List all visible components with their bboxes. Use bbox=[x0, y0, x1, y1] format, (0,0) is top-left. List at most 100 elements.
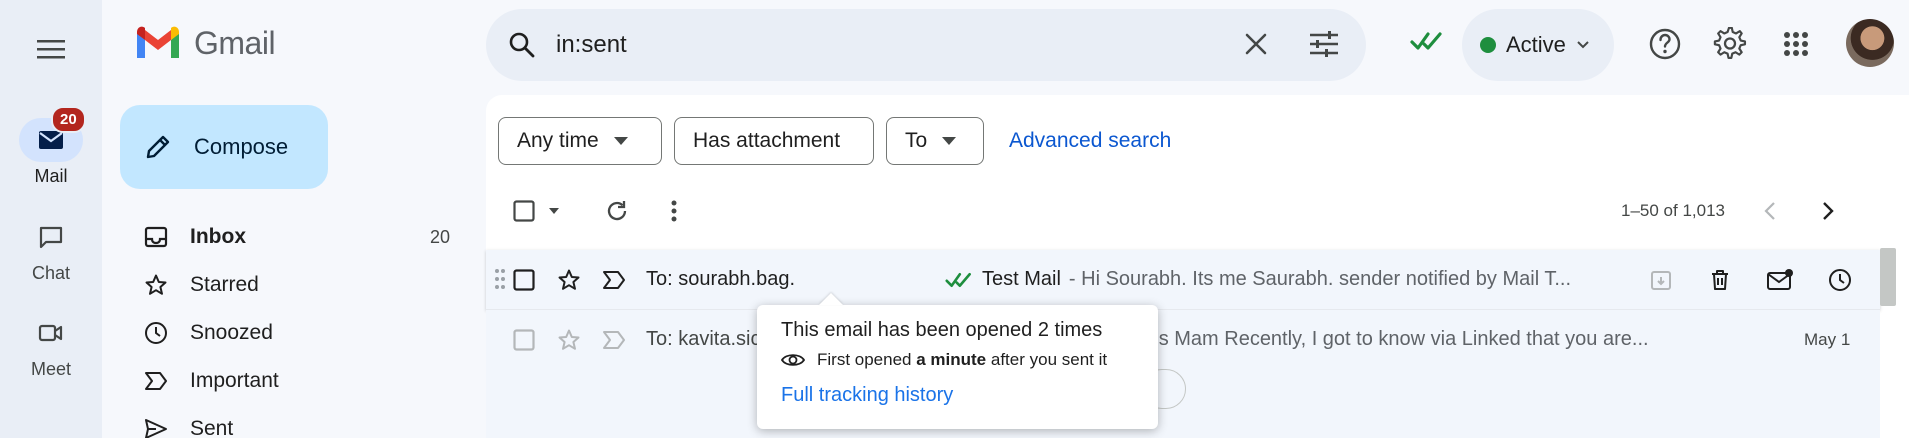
gear-icon bbox=[1713, 27, 1747, 59]
full-tracking-history-link[interactable]: Full tracking history bbox=[781, 384, 1134, 407]
star-icon bbox=[145, 274, 167, 295]
filter-has-attachment[interactable]: Has attachment bbox=[674, 117, 874, 165]
help-button[interactable] bbox=[1645, 24, 1685, 64]
more-options-button[interactable] bbox=[671, 199, 677, 223]
nav-item-sent[interactable]: Sent bbox=[120, 409, 460, 438]
mark-unread-icon[interactable] bbox=[1766, 268, 1794, 292]
eye-icon bbox=[781, 354, 805, 366]
pencil-icon bbox=[146, 135, 170, 159]
nav-label-inbox: Inbox bbox=[190, 225, 246, 248]
filter-to[interactable]: To bbox=[886, 117, 984, 165]
tooltip-line-prefix: First opened bbox=[817, 350, 912, 369]
refresh-icon bbox=[607, 201, 627, 221]
email-recipient: To: kavita.sic bbox=[646, 328, 761, 350]
row-checkbox-icon[interactable] bbox=[513, 269, 535, 291]
dropdown-arrow-icon bbox=[942, 137, 957, 145]
tooltip-first-opened: First opened a minute after you sent it bbox=[781, 350, 1134, 370]
rail-label-meet: Meet bbox=[30, 359, 72, 379]
important-icon bbox=[145, 372, 167, 390]
settings-button[interactable] bbox=[1710, 24, 1750, 64]
nav-item-snoozed[interactable]: Snoozed bbox=[120, 313, 460, 353]
email-row[interactable]: To: kavita.sic ings Mam Recently, I got … bbox=[486, 310, 1880, 438]
chevron-down-icon bbox=[1577, 41, 1589, 49]
nav-label-sent: Sent bbox=[190, 417, 234, 438]
nav-label-starred: Starred bbox=[190, 273, 259, 296]
mail-list-panel: Any time Has attachment To Advanced sear… bbox=[486, 95, 1909, 438]
dropdown-arrow-icon bbox=[613, 137, 628, 145]
important-icon[interactable] bbox=[602, 330, 626, 350]
tooltip-line-bold: a minute bbox=[916, 350, 987, 369]
left-rail: 20 Mail Chat Meet bbox=[0, 0, 102, 438]
advanced-search-link[interactable]: Advanced search bbox=[1009, 129, 1171, 153]
drag-handle-icon[interactable] bbox=[494, 268, 506, 290]
meet-icon bbox=[38, 324, 63, 342]
main-menu-button[interactable] bbox=[29, 27, 73, 71]
email-date: May 1 bbox=[1804, 330, 1851, 349]
rail-item-meet[interactable]: Meet bbox=[0, 311, 102, 380]
nav-label-important: Important bbox=[190, 369, 279, 392]
chevron-left-icon bbox=[1764, 202, 1775, 220]
nav-item-starred[interactable]: Starred bbox=[120, 265, 460, 305]
filter-any-time-label: Any time bbox=[517, 129, 599, 152]
search-options-icon[interactable] bbox=[1308, 29, 1340, 59]
search-icon[interactable] bbox=[508, 31, 536, 59]
email-subject-line: Test Mail - Hi Sourabh. Its me Saurabh. … bbox=[944, 268, 1594, 291]
hamburger-icon bbox=[37, 40, 65, 59]
status-label: Active bbox=[1506, 32, 1566, 57]
gmail-logo[interactable]: Gmail bbox=[134, 24, 276, 62]
next-page-button[interactable] bbox=[1822, 199, 1834, 223]
select-menu-button[interactable] bbox=[548, 199, 560, 223]
select-all-checkbox[interactable] bbox=[513, 199, 535, 223]
apps-grid-icon bbox=[1784, 32, 1808, 56]
apps-button[interactable] bbox=[1776, 24, 1816, 64]
row-checkbox-icon[interactable] bbox=[513, 329, 535, 351]
nav-label-snoozed: Snoozed bbox=[190, 321, 273, 344]
chat-icon bbox=[39, 226, 63, 249]
star-icon[interactable] bbox=[556, 328, 582, 352]
nav-item-important[interactable]: Important bbox=[120, 361, 460, 401]
compose-label: Compose bbox=[194, 134, 289, 159]
rail-label-mail: Mail bbox=[34, 166, 68, 186]
dropdown-arrow-icon bbox=[549, 208, 559, 214]
refresh-button[interactable] bbox=[605, 199, 629, 223]
clear-search-icon[interactable] bbox=[1241, 29, 1271, 59]
compose-button[interactable]: Compose bbox=[120, 105, 328, 189]
send-icon bbox=[145, 419, 167, 438]
account-avatar[interactable] bbox=[1846, 19, 1894, 67]
gmail-logo-icon bbox=[137, 26, 179, 58]
nav-item-inbox[interactable]: Inbox 20 bbox=[120, 217, 460, 257]
checkbox-icon bbox=[513, 200, 535, 222]
filter-any-time[interactable]: Any time bbox=[498, 117, 662, 165]
mail-icon bbox=[39, 131, 63, 149]
email-snippet: - Hi Sourabh. Its me Saurabh. sender not… bbox=[1068, 268, 1572, 290]
status-dot bbox=[1480, 37, 1496, 53]
delete-icon[interactable] bbox=[1708, 268, 1732, 292]
archive-icon[interactable] bbox=[1649, 268, 1673, 292]
email-subject: Test Mail bbox=[982, 268, 1061, 290]
snooze-icon[interactable] bbox=[1828, 268, 1852, 292]
inbox-icon bbox=[144, 226, 168, 248]
mail-tracker-icon[interactable] bbox=[944, 271, 974, 289]
status-selector[interactable]: Active bbox=[1462, 9, 1614, 81]
page-range: 1–50 of 1,013 bbox=[1621, 201, 1725, 220]
chevron-right-icon bbox=[1823, 202, 1834, 220]
star-icon[interactable] bbox=[556, 268, 582, 292]
search-input[interactable] bbox=[556, 31, 1236, 59]
help-icon bbox=[1649, 28, 1681, 60]
email-recipient: To: sourabh.bag. bbox=[646, 268, 795, 290]
filter-to-label: To bbox=[905, 129, 928, 152]
inbox-count: 20 bbox=[429, 226, 450, 247]
tooltip-line-suffix: after you sent it bbox=[990, 350, 1108, 369]
mail-unread-badge: 20 bbox=[51, 106, 86, 133]
rail-item-mail[interactable]: 20 Mail bbox=[0, 106, 102, 187]
scrollbar-thumb[interactable] bbox=[1880, 248, 1896, 306]
important-icon[interactable] bbox=[602, 270, 626, 290]
rail-item-chat[interactable]: Chat bbox=[0, 215, 102, 284]
tooltip-title: This email has been opened 2 times bbox=[781, 319, 1103, 341]
search-bar bbox=[486, 9, 1366, 81]
email-row[interactable]: To: sourabh.bag. Test Mail - Hi Sourabh.… bbox=[486, 250, 1880, 310]
previous-page-button[interactable] bbox=[1764, 199, 1776, 223]
mail-tracker-icon[interactable] bbox=[1410, 30, 1444, 52]
tracking-tooltip: This email has been opened 2 times First… bbox=[757, 293, 1158, 429]
tooltip-arrow bbox=[819, 293, 843, 305]
